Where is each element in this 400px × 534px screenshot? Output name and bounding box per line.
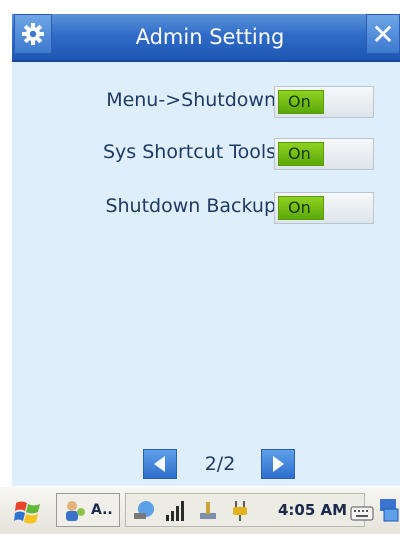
settings-button[interactable] xyxy=(14,14,52,54)
setting-row-shutdown-backup: Shutdown Backup On xyxy=(12,186,400,226)
keyboard-icon[interactable] xyxy=(350,499,374,523)
window-switcher-icon[interactable] xyxy=(378,497,400,525)
gear-icon xyxy=(22,23,44,45)
setting-label: Menu->Shutdown xyxy=(106,89,276,111)
user-app-icon xyxy=(66,501,85,521)
clock[interactable]: 4:05 AM xyxy=(278,494,347,526)
network-icon[interactable] xyxy=(132,499,156,523)
taskbar: A.. 4:05 AM xyxy=(0,486,400,534)
menu-shutdown-toggle[interactable]: On xyxy=(274,86,374,118)
close-icon: ✕ xyxy=(371,17,395,51)
shutdown-backup-toggle[interactable]: On xyxy=(274,192,374,224)
system-tray: 4:05 AM xyxy=(125,493,374,527)
windows-start-icon[interactable] xyxy=(14,499,42,525)
close-button[interactable]: ✕ xyxy=(366,14,400,54)
setting-row-sys-shortcut-tools: Sys Shortcut Tools On xyxy=(12,132,400,172)
page-indicator: 2/2 xyxy=(204,453,236,475)
power-plug-icon[interactable] xyxy=(228,499,252,523)
setting-label: Shutdown Backup xyxy=(105,195,276,217)
next-page-button[interactable] xyxy=(261,449,295,479)
toggle-on-indicator: On xyxy=(278,142,324,166)
taskbar-app-button[interactable]: A.. xyxy=(56,493,120,527)
arrow-right-icon xyxy=(273,456,284,472)
window-title: Admin Setting xyxy=(135,25,285,49)
pager: 2/2 xyxy=(12,446,400,486)
signal-strength-icon[interactable] xyxy=(164,499,188,523)
arrow-left-icon xyxy=(154,456,165,472)
sys-shortcut-tools-toggle[interactable]: On xyxy=(274,138,374,170)
toggle-on-indicator: On xyxy=(278,196,324,220)
settings-panel: Menu->Shutdown On Sys Shortcut Tools On … xyxy=(12,62,400,486)
usb-connection-icon[interactable] xyxy=(196,499,220,523)
previous-page-button[interactable] xyxy=(143,449,177,479)
setting-row-menu-shutdown: Menu->Shutdown On xyxy=(12,80,400,120)
taskbar-app-label: A.. xyxy=(91,502,113,518)
toggle-on-indicator: On xyxy=(278,90,324,114)
setting-label: Sys Shortcut Tools xyxy=(102,141,276,163)
